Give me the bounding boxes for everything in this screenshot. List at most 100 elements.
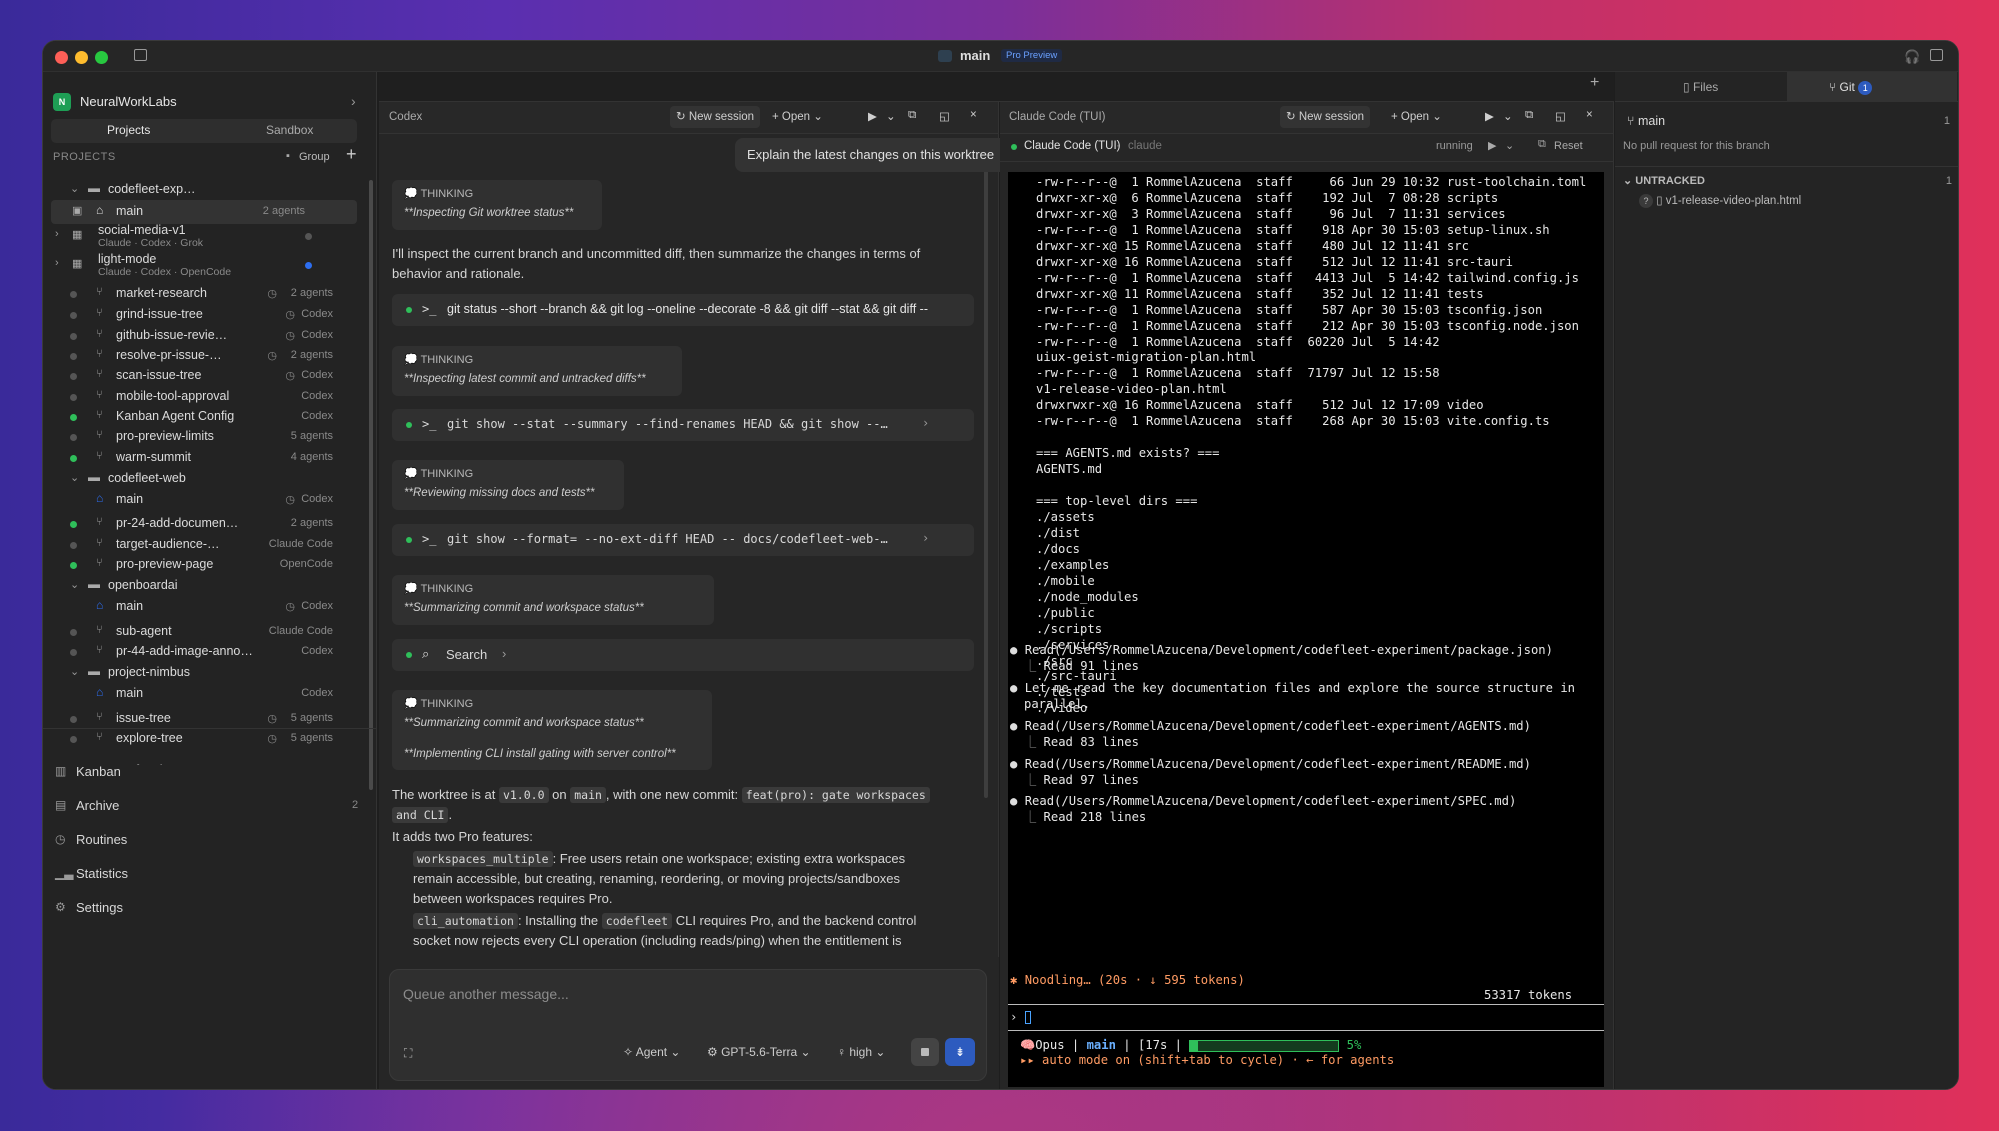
expand-icon[interactable]: ◱ xyxy=(1555,109,1566,123)
expand-icon[interactable]: ⛶ xyxy=(404,1046,412,1061)
clock-icon: ◷ xyxy=(285,370,295,382)
agent-select[interactable]: ✧ Agent ⌄ xyxy=(623,1045,680,1059)
untracked-header[interactable]: ⌄ UNTRACKED xyxy=(1623,174,1705,187)
token-count: 53317 tokens xyxy=(1484,988,1573,1002)
model-select[interactable]: ⚙ GPT-5.6-Terra ⌄ xyxy=(707,1045,811,1059)
run-icon[interactable]: ▶ xyxy=(1485,109,1494,123)
terminal-tabbar: Claude Code (TUI) · claude running ▶ ⌄ ⧉… xyxy=(1000,134,1614,162)
sidebar-item-main[interactable]: ⌂ main Codex ◷ xyxy=(43,488,377,512)
headphones-icon[interactable]: 🎧 xyxy=(1904,49,1920,65)
sidebar-item-meta: Claude · Codex · Grok xyxy=(98,237,204,249)
minimize-window-button[interactable] xyxy=(75,51,88,64)
sidebar-item-codefleet-exp[interactable]: ⌄ ▬ codefleet-exp… xyxy=(43,178,377,202)
chevron-down-icon[interactable]: ⌄ xyxy=(1505,139,1514,152)
sidebar: N NeuralWorkLabs › Projects Sandbox PROJ… xyxy=(43,72,377,1089)
run-icon[interactable]: ▶ xyxy=(868,109,877,123)
run-icon[interactable]: ▶ xyxy=(1488,139,1496,152)
model-name: Opus xyxy=(1035,1038,1065,1052)
sidebar-item-light-mode[interactable]: › ▦ light-mode Claude · Codex · OpenCode xyxy=(43,252,377,278)
bullet-line: workspaces_multiple: Free users retain o… xyxy=(413,849,905,869)
nav-kanban[interactable]: ▥ Kanban xyxy=(43,757,377,787)
tool-result-line: ⎿ Read 218 lines xyxy=(1024,809,1146,825)
effort-select[interactable]: ♀ high ⌄ xyxy=(837,1045,885,1059)
tab-sandbox[interactable]: Sandbox xyxy=(266,123,313,137)
terminal-line: ./examples xyxy=(1036,557,1110,572)
send-button[interactable]: ⇟ xyxy=(945,1038,975,1066)
new-session-label: New session xyxy=(688,111,755,123)
search-row[interactable]: ⌕ Search › xyxy=(392,639,974,671)
new-session-button[interactable]: ↻ New session xyxy=(1280,106,1371,128)
tool-result-text: Read 91 lines xyxy=(1043,659,1139,673)
sidebar-item-label: pro-preview-page xyxy=(116,557,214,571)
right-panel-toggle-icon[interactable] xyxy=(1930,49,1943,61)
add-pane-icon[interactable]: + xyxy=(1590,74,1599,92)
tab-projects[interactable]: Projects xyxy=(107,123,150,137)
sidebar-item-meta: Codex xyxy=(301,645,333,657)
split-icon[interactable]: ⧉ xyxy=(1525,109,1533,122)
workspace-name[interactable]: NeuralWorkLabs xyxy=(80,94,177,109)
expand-icon[interactable]: ◱ xyxy=(939,109,950,123)
sidebar-item-meta: Codex xyxy=(301,369,333,381)
split-icon[interactable]: ⧉ xyxy=(1538,138,1546,151)
terminal-tab-separator: · xyxy=(1116,140,1120,152)
chevron-right-icon[interactable]: › xyxy=(55,228,59,240)
bullet-icon: ● xyxy=(1010,643,1025,657)
terminal-subtab[interactable]: claude xyxy=(1128,140,1162,152)
clock-icon: ◷ xyxy=(285,309,295,321)
command-row[interactable]: >_ git show --stat --summary --find-renam… xyxy=(392,409,974,441)
terminal-line: drwxr-xr-x@ 6 RommelAzucena staff 192 Ju… xyxy=(1036,190,1499,205)
chevron-down-icon[interactable]: ⌄ xyxy=(886,109,896,123)
split-icon[interactable]: ⧉ xyxy=(908,109,916,122)
nav-settings[interactable]: ⚙ Settings xyxy=(43,893,377,923)
command-row[interactable]: >_ git status --short --branch && git log… xyxy=(392,294,974,326)
terminal[interactable]: -rw-r--r--@ 1 RommelAzucena staff 66 Jun… xyxy=(1008,172,1604,1087)
stop-button[interactable] xyxy=(911,1038,939,1066)
commit-code: and CLI xyxy=(392,807,449,823)
prompt-line[interactable]: › xyxy=(1010,1009,1031,1025)
open-button[interactable]: + Open ⌄ xyxy=(1391,109,1442,123)
chevron-right-icon[interactable]: › xyxy=(55,257,59,269)
sidebar-toggle-icon[interactable] xyxy=(134,49,147,61)
close-icon[interactable]: × xyxy=(970,109,977,121)
group-button[interactable]: Group xyxy=(299,151,330,163)
git-badge: 1 xyxy=(1858,81,1873,95)
chevron-down-icon[interactable]: ⌄ xyxy=(70,182,79,195)
branch-icon: ⑂ xyxy=(96,368,103,380)
sidebar-item-social-media-v1[interactable]: › ▦ social-media-v1 Claude · Codex · Grok xyxy=(43,223,377,249)
terminal-line: v1-release-video-plan.html xyxy=(1036,382,1227,397)
nav-statistics[interactable]: ▁▃ Statistics xyxy=(43,859,377,889)
projects-section-header: PROJECTS xyxy=(53,151,116,163)
zoom-window-button[interactable] xyxy=(95,51,108,64)
folder-icon: ▬ xyxy=(88,470,100,484)
untracked-file[interactable]: ? ▯ v1-release-video-plan.html xyxy=(1639,193,1801,208)
tool-result-text: parallel. xyxy=(1024,697,1091,711)
status-dot xyxy=(70,455,77,462)
new-session-button[interactable]: ↻ New session xyxy=(670,106,761,128)
chat-scrollbar[interactable] xyxy=(984,138,988,798)
git-tab-label[interactable]: ⑂ Git 1 xyxy=(1829,80,1873,95)
chevron-right-icon[interactable]: › xyxy=(351,93,356,109)
tab-files[interactable]: ▯ Files xyxy=(1683,80,1718,94)
sidebar-item-main[interactable]: ▣ ⌂ main 2 agents xyxy=(51,200,357,224)
close-icon[interactable]: × xyxy=(1586,109,1593,121)
branch-icon: ⑂ xyxy=(96,644,103,656)
chevron-down-icon[interactable]: ⌄ xyxy=(70,471,79,484)
nav-archive[interactable]: ▤ Archive 2 xyxy=(43,791,377,821)
summary-text: on xyxy=(552,787,567,802)
chevron-down-icon[interactable]: ⌄ xyxy=(1503,109,1513,123)
terminal-tab-active[interactable]: Claude Code (TUI) xyxy=(1024,140,1121,152)
bullet-text: CLI requires Pro, and the backend contro… xyxy=(675,913,917,928)
chevron-down-icon[interactable]: ⌄ xyxy=(70,578,79,591)
sidebar-item-main[interactable]: ⌂ main Codex xyxy=(43,682,377,706)
command-row[interactable]: >_ git show --format= --no-ext-diff HEAD … xyxy=(392,524,974,556)
close-window-button[interactable] xyxy=(55,51,68,64)
open-button[interactable]: + Open ⌄ xyxy=(772,109,823,123)
chevron-down-icon[interactable]: ⌄ xyxy=(70,665,79,678)
agent-label: Agent xyxy=(635,1045,668,1059)
bullet-icon: ● xyxy=(1010,719,1025,733)
sidebar-item-main[interactable]: ⌂ main Codex ◷ xyxy=(43,595,377,619)
add-project-icon[interactable]: + xyxy=(346,144,357,165)
reset-button[interactable]: Reset xyxy=(1554,140,1583,152)
nav-routines[interactable]: ◷ Routines xyxy=(43,825,377,855)
message-input[interactable]: Queue another message... xyxy=(403,986,569,1002)
